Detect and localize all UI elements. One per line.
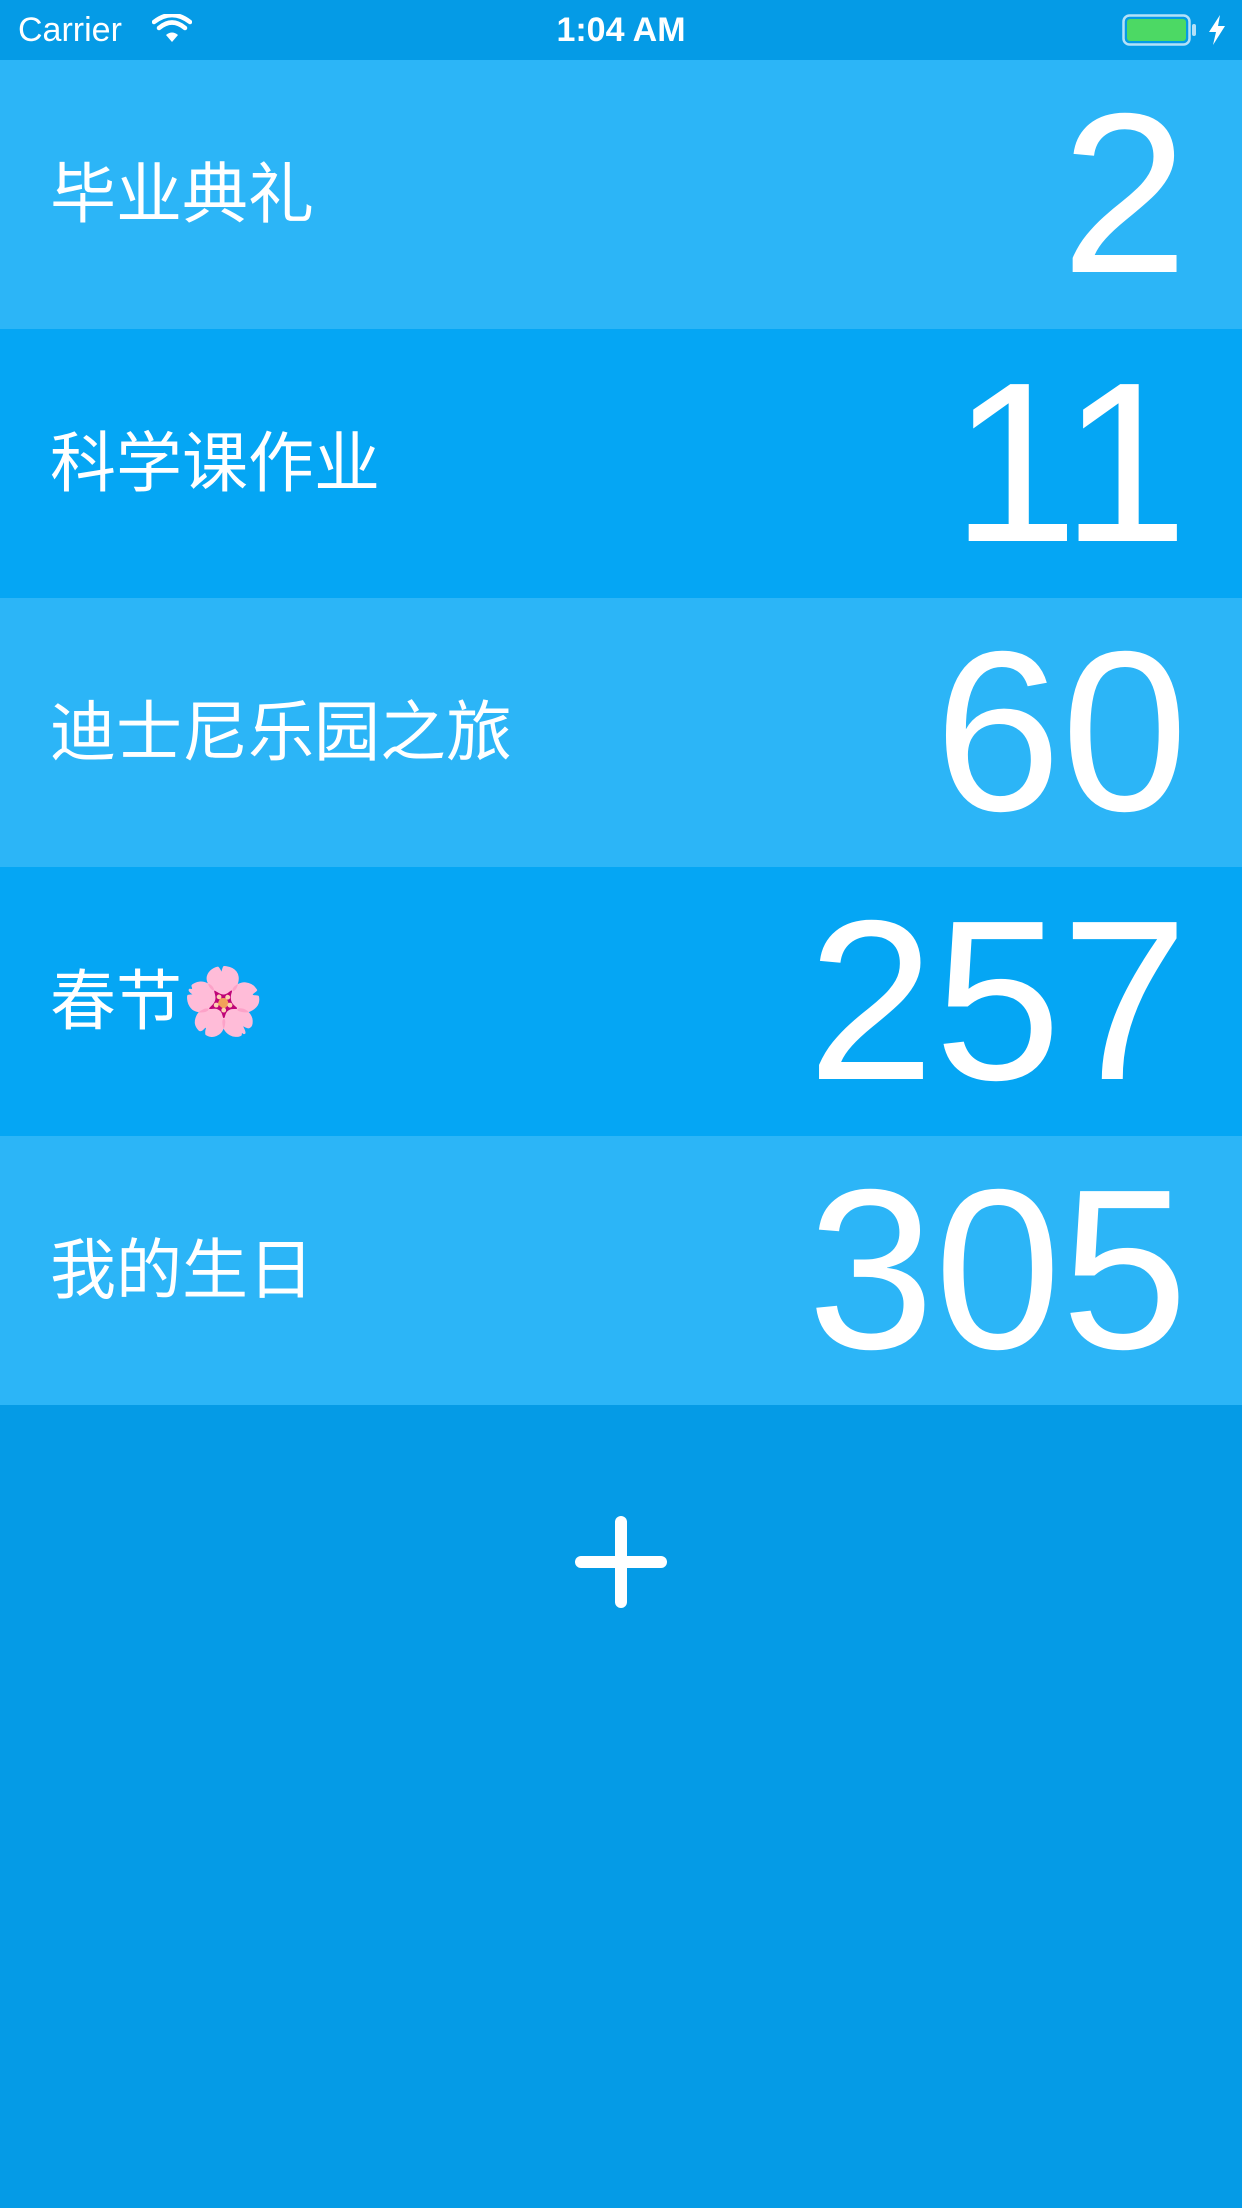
event-days-count: 60 [934,605,1188,859]
status-time: 1:04 AM [556,11,686,49]
event-title: 科学课作业 [50,425,380,502]
event-days-count: 305 [807,1143,1188,1397]
event-title: 毕业典礼 [50,156,314,233]
event-title: 迪士尼乐园之旅 [50,694,512,771]
event-row-graduation[interactable]: 毕业典礼 2 [0,60,1242,329]
add-event-button[interactable] [571,1512,671,1612]
battery-charging-icon [1122,14,1196,46]
event-title: 春节🌸 [50,963,265,1040]
event-row-disneyland-trip[interactable]: 迪士尼乐园之旅 60 [0,598,1242,867]
event-row-science-homework[interactable]: 科学课作业 11 [0,329,1242,598]
event-list: 毕业典礼 2 科学课作业 11 迪士尼乐园之旅 60 春节🌸 257 我的生日 … [0,60,1242,1405]
event-row-spring-festival[interactable]: 春节🌸 257 [0,867,1242,1136]
event-row-my-birthday[interactable]: 我的生日 305 [0,1136,1242,1405]
charging-bolt-icon [1209,15,1225,45]
status-bar: Carrier 1:04 AM [0,0,1242,60]
event-title: 我的生日 [50,1232,314,1309]
plus-icon [575,1516,667,1608]
event-days-count: 257 [807,874,1188,1128]
event-days-count: 2 [1061,67,1188,321]
app-screen: Carrier 1:04 AM 毕业典礼 2 科学课作业 11 迪士尼乐园之旅 … [0,0,1242,2208]
event-days-count: 11 [951,336,1188,590]
